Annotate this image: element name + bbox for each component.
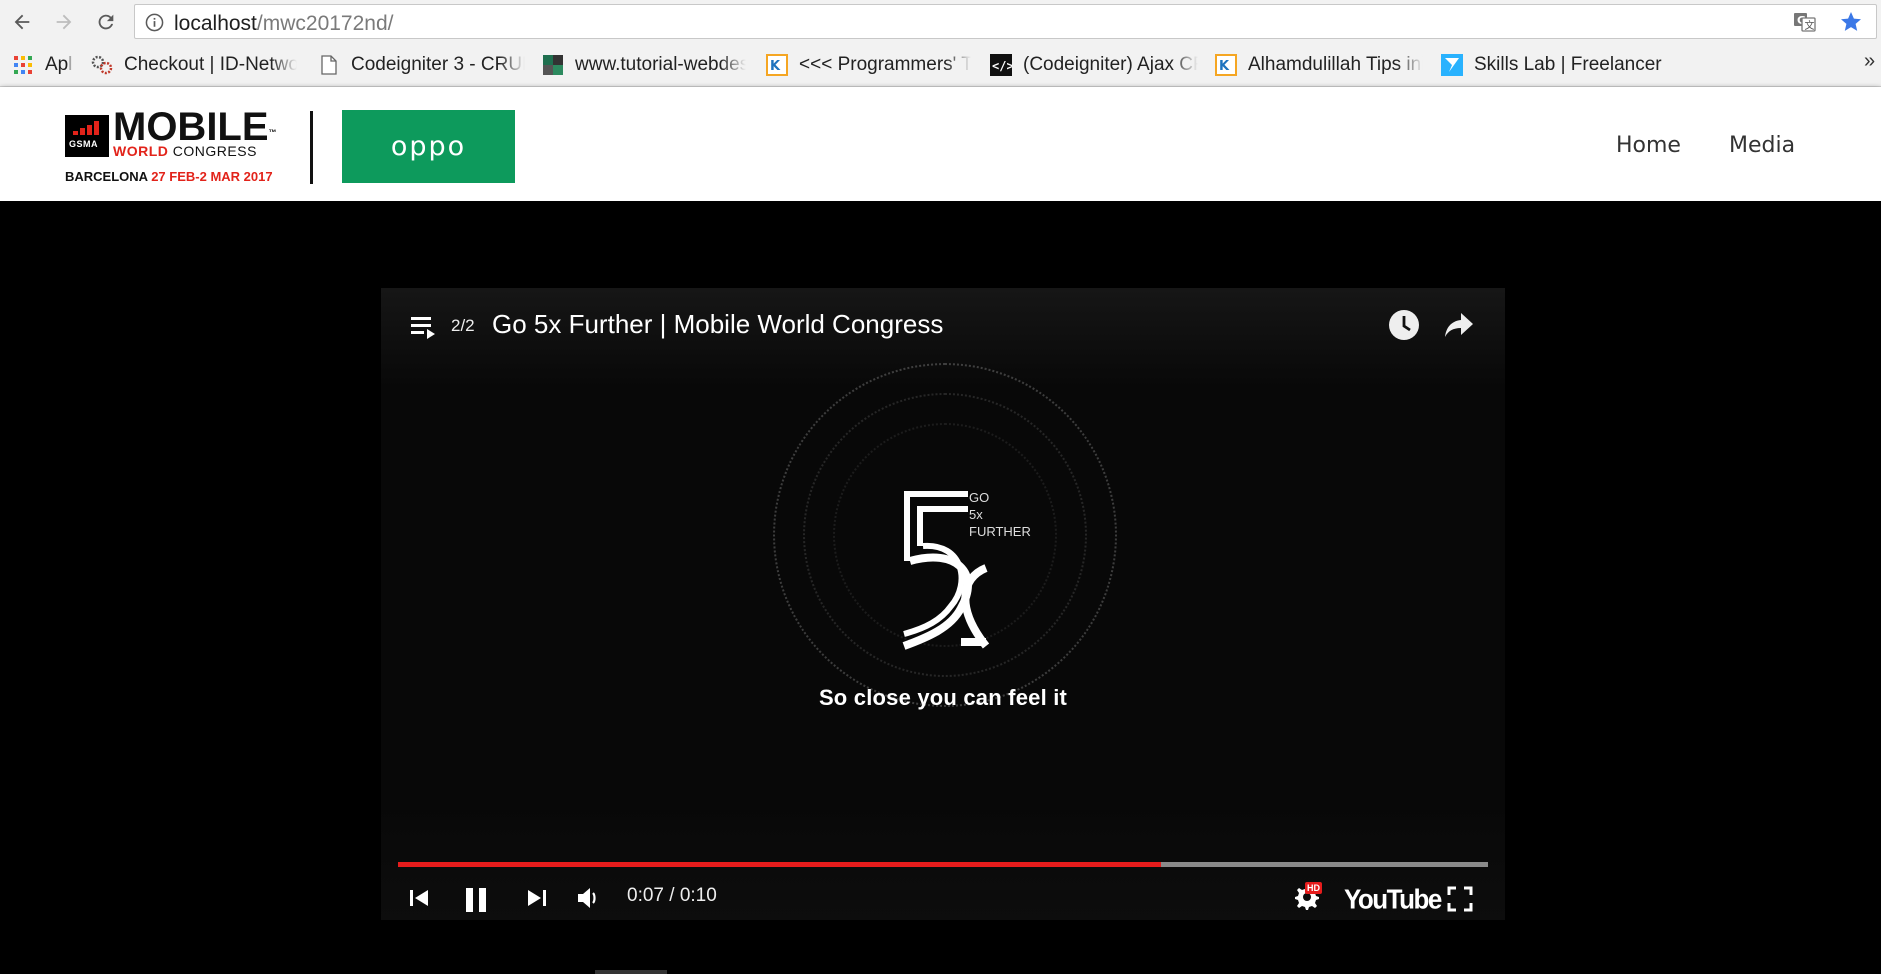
bookmark-tutorial-webdesign[interactable]: www.tutorial-webdesign [542,53,746,77]
site-favicon-icon [542,54,564,76]
browser-toolbar: localhost/mwc20172nd/ G文 [0,0,1881,44]
watch-later-clock-icon[interactable] [1388,309,1420,346]
video-player[interactable]: 2/2 Go 5x Further | Mobile World Congres… [381,288,1505,920]
address-bar[interactable]: localhost/mwc20172nd/ G文 [134,4,1877,39]
next-icon [528,890,546,906]
bookmarks-bar: Apl Checkout | ID-Network Codeigniter 3 … [0,44,1881,87]
hd-badge: HD [1305,882,1322,894]
gsma-badge: GSMA [65,115,109,157]
oppo-logo-text: oppo [390,131,467,162]
back-arrow-icon [14,14,30,30]
reload-button[interactable] [93,9,119,35]
svg-text:文: 文 [1805,19,1815,32]
progress-played [398,862,1161,867]
logo-divider [310,111,313,184]
mwc-dates: 27 FEB-2 MAR 2017 [151,169,273,184]
forward-button[interactable] [51,9,77,35]
bookmark-codeigniter-crud[interactable]: Codeigniter 3 - CRUD [318,53,525,77]
translate-icon[interactable]: G文 [1793,11,1817,38]
bookmark-label: Apl [45,54,73,75]
mwc-city: BARCELONA [65,169,148,184]
url-text: localhost/mwc20172nd/ [174,12,393,36]
bookmark-checkout[interactable]: Checkout | ID-Network [91,53,297,77]
volume-icon [578,888,596,908]
forward-arrow-icon [56,14,72,30]
kaskus-icon: K [766,54,788,76]
time-display: 0:07 / 0:10 [627,885,717,906]
svg-text:</>: </> [992,59,1012,73]
more-bookmarks-button[interactable]: » [1864,50,1875,73]
gear-cluster-icon [91,54,113,76]
bookmark-label: <<< Programmers' Tools [799,54,971,75]
mwc-brand-text: MOBILE™ [113,105,277,149]
mwc-event-dates: BARCELONA 27 FEB-2 MAR 2017 [65,169,273,184]
playlist-position: 2/2 [451,316,475,335]
bookmark-label: Codeigniter 3 - CRUD [351,54,525,75]
mwc-congress: CONGRESS [172,143,257,159]
volume-button[interactable] [576,886,602,910]
bookmark-label: Alhamdulillah Tips ini [1248,54,1423,75]
code-icon: </> [990,54,1012,76]
bookmark-star-icon[interactable] [1839,10,1863,39]
mwc-subtitle: WORLD CONGRESS [113,144,257,158]
bookmark-ajax-crud[interactable]: </> (Codeigniter) Ajax CRUD [990,53,1198,77]
bookmark-label: Checkout | ID-Network [124,54,297,75]
page-icon [318,54,340,76]
kaskus-icon: K [1215,54,1237,76]
url-host: localhost [174,12,257,35]
next-button[interactable] [525,886,549,910]
signal-bars-icon [73,121,101,135]
controls-shade [381,800,1505,920]
apps-grid-icon [12,54,34,76]
oppo-logo[interactable]: oppo [342,110,515,183]
previous-button[interactable] [407,886,431,910]
fullscreen-icon [1447,886,1473,912]
pause-icon [466,888,486,912]
bookmark-apps[interactable]: Apl [12,53,76,77]
pause-button[interactable] [463,886,489,914]
mwc-world: WORLD [113,143,169,159]
svg-text:K: K [1219,59,1230,74]
bookmark-programmers-tools[interactable]: K <<< Programmers' Tools [766,53,971,77]
share-arrow-icon[interactable] [1443,310,1475,345]
gsma-text: GSMA [69,139,98,149]
playlist-icon[interactable] [411,314,439,345]
scroll-indicator [595,970,667,974]
bookmark-label: (Codeigniter) Ajax CRUD [1023,54,1198,75]
go-5x-further-text: GO 5x FURTHER [969,490,1031,539]
video-tagline: So close you can feel it [818,685,1068,710]
bookmark-alhamdulillah-tips[interactable]: K Alhamdulillah Tips ini [1215,53,1423,77]
video-title[interactable]: Go 5x Further | Mobile World Congress [492,309,943,340]
bookmark-skills-lab[interactable]: Skills Lab | Freelancer [1441,53,1671,77]
freelancer-icon [1441,54,1463,76]
svg-text:K: K [770,59,781,74]
site-info-icon[interactable] [145,13,164,37]
previous-icon [410,890,428,906]
mwc-logo[interactable]: GSMA MOBILE™ WORLD CONGRESS BARCELONA 27… [65,107,285,185]
bookmark-label: www.tutorial-webdesign [575,54,746,75]
progress-bar[interactable] [398,862,1488,867]
nav-media[interactable]: Media [1729,133,1795,158]
youtube-logo[interactable]: YouTube [1344,883,1442,916]
site-header: GSMA MOBILE™ WORLD CONGRESS BARCELONA 27… [0,87,1881,201]
back-button[interactable] [9,9,35,35]
reload-icon [98,14,114,30]
url-path: /mwc20172nd/ [256,12,394,35]
nav-home[interactable]: Home [1616,133,1681,158]
fullscreen-button[interactable] [1447,886,1473,912]
bookmark-label: Skills Lab | Freelancer [1474,54,1662,75]
